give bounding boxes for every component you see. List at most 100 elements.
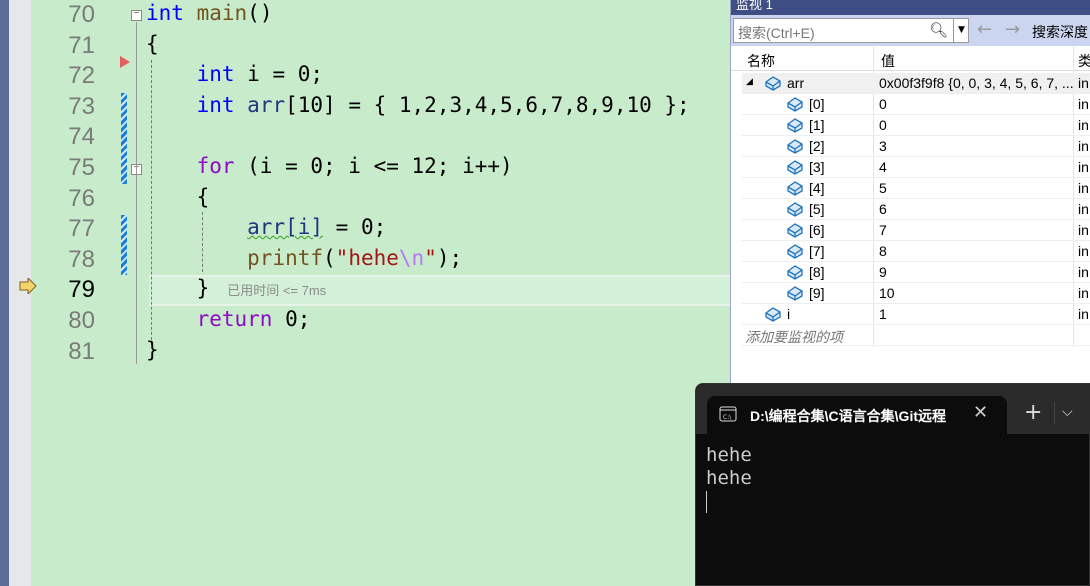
- watch-type: in: [1078, 264, 1089, 280]
- watch-title: 监视 1: [731, 0, 1090, 15]
- terminal-tab-bar: C:\ D:\编程合集\C语言合集\Git远程 ✕ + ⌵: [696, 384, 1090, 434]
- line-number: 81: [68, 337, 95, 365]
- forward-arrow-icon[interactable]: →: [1005, 19, 1020, 40]
- watch-type: in: [1078, 243, 1089, 259]
- code-line[interactable]: 79 } 已用时间 <= 7ms: [31, 275, 730, 305]
- watch-name: arr: [787, 75, 805, 91]
- code-line[interactable]: 77 arr[i] = 0;: [31, 214, 730, 244]
- terminal-tab[interactable]: C:\ D:\编程合集\C语言合集\Git远程 ✕: [707, 396, 1007, 434]
- watch-toolbar: 搜索(Ctrl+E) 🔍︎ ▼ ← → 搜索深度: [731, 15, 1090, 46]
- line-number: 76: [68, 184, 95, 212]
- watch-row[interactable]: [1] 0 in: [742, 115, 1090, 136]
- watch-type: in: [1078, 138, 1089, 154]
- search-icon[interactable]: 🔍︎: [929, 21, 948, 39]
- code-text: int i = 0;: [146, 62, 323, 86]
- code-text: for (i = 0; i <= 12; i++): [146, 154, 513, 178]
- code-line[interactable]: 76 {: [31, 184, 730, 214]
- code-token: printf: [247, 245, 324, 270]
- watch-type: in: [1078, 222, 1089, 238]
- watch-header: 名称 值 类: [731, 47, 1090, 71]
- expand-triangle-icon[interactable]: ◢: [746, 76, 753, 87]
- close-icon[interactable]: ✕: [973, 402, 988, 423]
- code-line[interactable]: 81}: [31, 337, 730, 367]
- code-token: );: [436, 245, 463, 270]
- new-tab-plus-icon[interactable]: +: [1024, 400, 1042, 425]
- back-arrow-icon[interactable]: ←: [977, 19, 992, 40]
- watch-row[interactable]: [9] 10 in: [742, 283, 1090, 304]
- line-number: 74: [68, 123, 95, 151]
- search-depth-label[interactable]: 搜索深度: [1032, 22, 1088, 42]
- code-line[interactable]: 80 return 0;: [31, 306, 730, 336]
- variable-icon: [786, 285, 804, 301]
- watch-row[interactable]: [4] 5 in: [742, 178, 1090, 199]
- line-number: 78: [68, 245, 95, 273]
- chevron-down-icon[interactable]: ⌵: [1062, 404, 1073, 420]
- code-token: }: [146, 276, 210, 301]
- code-token: "hehe: [335, 245, 399, 270]
- column-value[interactable]: 值: [881, 51, 895, 71]
- line-number: 70: [68, 1, 95, 28]
- watch-type: in: [1078, 180, 1089, 196]
- code-token: [10] = { 1,2,3,4,5,6,7,8,9,10 };: [285, 92, 690, 117]
- watch-value[interactable]: 4: [879, 159, 887, 175]
- code-text: return 0;: [146, 307, 311, 331]
- add-watch-item[interactable]: 添加要监视的项: [742, 325, 1090, 346]
- watch-row[interactable]: [7] 8 in: [742, 241, 1090, 262]
- indicator-margin[interactable]: [9, 0, 37, 586]
- code-line[interactable]: 70 int main(): [31, 0, 730, 30]
- code-text: {: [146, 185, 210, 209]
- watch-type: in: [1078, 96, 1089, 112]
- watch-value[interactable]: 7: [879, 222, 887, 238]
- watch-row[interactable]: [3] 4 in: [742, 157, 1090, 178]
- watch-row[interactable]: ◢ arr 0x00f3f9f8 {0, 0, 3, 4, 5, 6, 7, ...…: [742, 73, 1090, 94]
- watch-row[interactable]: [2] 3 in: [742, 136, 1090, 157]
- code-line[interactable]: 72 int i = 0;: [31, 61, 730, 91]
- watch-row[interactable]: [0] 0 in: [742, 94, 1090, 115]
- code-line[interactable]: 75 for (i = 0; i <= 12; i++): [31, 153, 730, 183]
- variable-icon: [786, 222, 804, 238]
- code-line[interactable]: 74: [31, 122, 730, 152]
- line-number: 71: [68, 31, 95, 59]
- watch-row[interactable]: [5] 6 in: [742, 199, 1090, 220]
- code-line[interactable]: 73 int arr[10] = { 1,2,3,4,5,6,7,8,9,10 …: [31, 92, 730, 122]
- watch-value[interactable]: 0x00f3f9f8 {0, 0, 3, 4, 5, 6, 7, ...: [879, 75, 1074, 91]
- watch-row[interactable]: i 1 in: [742, 304, 1090, 325]
- line-number: 80: [68, 307, 95, 334]
- code-token: arr: [247, 92, 286, 117]
- code-editor[interactable]: − − 70 int main() 71{72 int i = 0; 73 int a…: [31, 0, 730, 586]
- code-line[interactable]: 78 printf("hehe\n");: [31, 245, 730, 275]
- watch-value[interactable]: 1: [879, 306, 887, 322]
- search-placeholder: 搜索(Ctrl+E): [738, 25, 815, 41]
- watch-search-input[interactable]: 搜索(Ctrl+E) 🔍︎: [733, 18, 969, 43]
- code-line[interactable]: 71 {: [31, 31, 730, 61]
- terminal-output[interactable]: hehe hehe: [706, 444, 752, 490]
- code-text: int arr[10] = { 1,2,3,4,5,6,7,8,9,10 };: [146, 93, 690, 117]
- code-token: int: [146, 1, 184, 25]
- watch-value[interactable]: 5: [879, 180, 887, 196]
- elapsed-time-hint: 已用时间 <= 7ms: [227, 283, 327, 299]
- code-text: int main(): [146, 1, 272, 25]
- watch-row[interactable]: [6] 7 in: [742, 220, 1090, 241]
- column-name[interactable]: 名称: [747, 51, 775, 71]
- column-type[interactable]: 类: [1078, 51, 1090, 71]
- search-dropdown-chevron-icon[interactable]: ▼: [953, 18, 969, 43]
- code-text: arr[i] = 0;: [146, 215, 386, 239]
- watch-value[interactable]: 0: [879, 96, 887, 112]
- watch-value[interactable]: 3: [879, 138, 887, 154]
- code-token: main: [196, 1, 248, 25]
- watch-value[interactable]: 8: [879, 243, 887, 259]
- code-token: ": [424, 245, 437, 270]
- watch-name: [8]: [809, 264, 825, 280]
- watch-type: in: [1078, 159, 1089, 175]
- watch-row[interactable]: [8] 9 in: [742, 262, 1090, 283]
- watch-value[interactable]: 10: [879, 285, 895, 301]
- watch-value[interactable]: 0: [879, 117, 887, 133]
- terminal-window: C:\ D:\编程合集\C语言合集\Git远程 ✕ + ⌵ hehe hehe: [695, 383, 1090, 586]
- watch-value[interactable]: 9: [879, 264, 887, 280]
- variable-icon: [764, 75, 782, 91]
- watch-value[interactable]: 6: [879, 201, 887, 217]
